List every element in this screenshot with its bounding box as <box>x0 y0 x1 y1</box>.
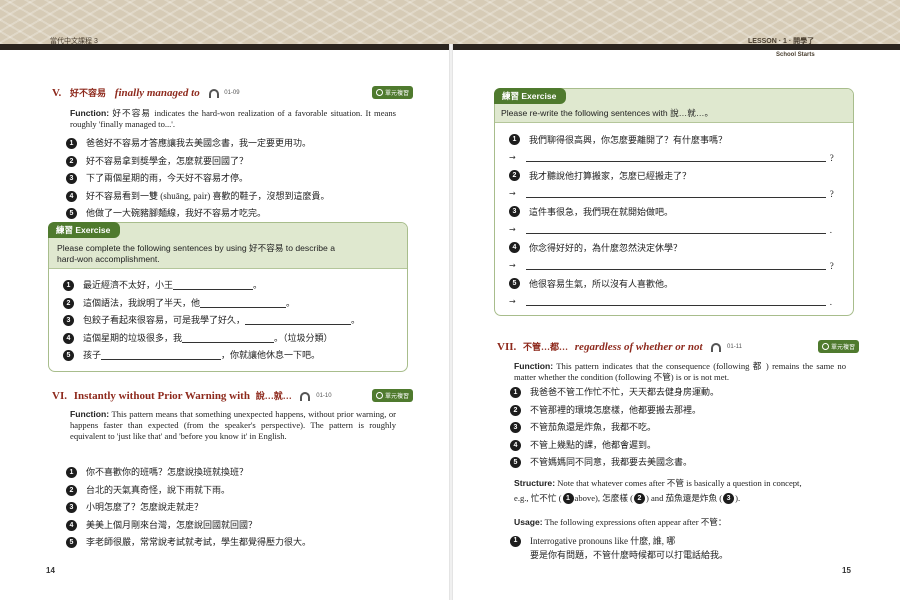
example-item: 1 我爸爸不管工作忙不忙，天天都去健身房運動。 <box>510 384 719 402</box>
audio-icon[interactable] <box>208 88 219 98</box>
page-number-right: 15 <box>842 566 851 575</box>
exercise-item: 4 這個星期的垃圾很多，我 。（垃圾分類） <box>63 330 360 348</box>
exercise-tab: 練習 Exercise <box>48 222 121 238</box>
answer-blank[interactable] <box>525 261 826 270</box>
running-head-left: 當代中文課程 3 <box>50 38 98 45</box>
answer-blank[interactable] <box>525 297 826 306</box>
exercise-item: 3 包餃子看起來很容易，可是我學了好久，。 <box>63 312 360 330</box>
header-rule-right <box>452 44 900 50</box>
exercise-item: 2 這個語法，我說明了半天，他。 <box>63 295 360 313</box>
running-head-subtitle: School Starts <box>776 52 815 58</box>
audio-icon[interactable] <box>300 391 311 401</box>
exercise-instructions: Please re-write the following sentences … <box>501 108 714 118</box>
exercise-instructions: Please complete the following sentences … <box>57 243 336 264</box>
example-item: 5 他做了一大碗豬腳麵線，我好不容易才吃完。 <box>66 205 330 223</box>
review-badge[interactable]: 單元複習 <box>818 340 860 353</box>
answer-blank[interactable] <box>182 334 275 343</box>
example-item: 1 你不喜歡你的班嗎？怎麼說換班就換班？ <box>66 464 311 482</box>
example-item: 5 李老師很嚴，常常說考試就考試，學生都覺得壓力很大。 <box>66 534 311 552</box>
exercise-item: 5 他很容易生氣，所以沒有人喜歡他。 →. <box>509 278 832 307</box>
exercise-item: 1 最近經濟不太好，小王。 <box>63 277 360 295</box>
exercise-box-left: 練習 Exercise Please complete the followin… <box>48 222 408 372</box>
answer-blank[interactable] <box>525 153 826 162</box>
running-head-right: LESSON · 1 · 開學了 <box>748 38 815 45</box>
usage-list: 1 Interrogative pronouns like 什麼, 誰, 哪 要是… <box>510 534 728 562</box>
section-6-examples: 1 你不喜歡你的班嗎？怎麼說換班就換班？ 2 台北的天氣真奇怪，說下雨就下雨。 3小… <box>66 464 311 552</box>
example-item: 3 小明怎麼了？怎麼說走就走？ <box>66 499 311 517</box>
example-item: 2 台北的天氣真奇怪，說下雨就下雨。 <box>66 482 311 500</box>
section-7-structure: Structure: Note that whatever comes afte… <box>514 478 802 504</box>
section-6-title: VI. Instantly without Prior Warning with… <box>52 390 332 402</box>
answer-blank[interactable] <box>525 225 826 234</box>
exercise-item: 3 這件事很急，我們現在就開始做吧。 →. <box>509 206 832 235</box>
page-number-left: 14 <box>46 566 55 575</box>
example-item: 3 下了兩個星期的雨，今天好不容易才停。 <box>66 170 330 188</box>
answer-blank[interactable] <box>173 281 254 291</box>
exercise-tab: 練習 Exercise <box>494 88 567 104</box>
section-7-examples: 1 我爸爸不管工作忙不忙，天天都去健身房運動。 2 不管那裡的環境怎麼樣，他都要搬去… <box>510 384 719 472</box>
section-5-examples: 1 爸爸好不容易才答應讓我去美國念書，我一定要更用功。 2 好不容易拿到獎學金，怎麼… <box>66 135 330 223</box>
answer-blank[interactable] <box>525 189 826 198</box>
section-5-title: V. 好不容易 finally managed to 01-09 <box>52 87 240 99</box>
example-item: 1 爸爸好不容易才答應讓我去美國念書，我一定要更用功。 <box>66 135 330 153</box>
answer-blank[interactable] <box>200 299 287 308</box>
example-item: 2 好不容易拿到獎學金，怎麼就要回國了？ <box>66 153 330 171</box>
exercise-item: 4 你念得好好的，為什麼忽然決定休學？ →? <box>509 242 834 271</box>
exercise-item: 1 我們聊得很高興，你怎麼要離開了？有什麼事嗎？ →? <box>509 134 834 163</box>
example-item: 4 好不容易看到一雙 (shuāng, pair) 喜歡的鞋子，沒想到這麼貴。 <box>66 188 330 206</box>
section-5-function: Function: 好不容易 indicates the hard-won re… <box>70 108 396 129</box>
example-item: 4 美美上個月剛來台灣，怎麼說回國就回國？ <box>66 517 311 535</box>
review-badge[interactable]: 單元複習 <box>372 389 414 402</box>
section-7-usage: Usage: The following expressions often a… <box>514 517 727 527</box>
example-item: 2 不管那裡的環境怎麼樣，他都要搬去那裡。 <box>510 402 719 420</box>
exercise-item: 2 我才聽說他打算搬家，怎麼已經搬走了？ →? <box>509 170 834 199</box>
book-gutter <box>449 44 453 600</box>
usage-item: 1 Interrogative pronouns like 什麼, 誰, 哪 <box>510 534 728 548</box>
exercise-item: 5 孩子 ，你就讓他休息一下吧。 <box>63 347 360 365</box>
section-7-function: Function: This pattern indicates that th… <box>514 361 846 382</box>
exercise-box-right: 練習 Exercise Please re-write the followin… <box>494 88 854 316</box>
answer-blank[interactable] <box>101 351 222 361</box>
example-item: 4 不管上幾點的課，他都會遲到。 <box>510 437 719 455</box>
example-item: 5 不管媽媽同不同意，我都要去美國念書。 <box>510 454 719 472</box>
audio-icon[interactable] <box>711 342 722 352</box>
answer-blank[interactable] <box>245 316 352 326</box>
example-item: 3 不管茄魚還是炸魚，我都不吃。 <box>510 419 719 437</box>
section-6-function: Function: This pattern means that someth… <box>70 409 396 441</box>
review-badge[interactable]: 單元複習 <box>372 86 414 99</box>
usage-example: 要是你有問題，不管什麼時候都可以打電話給我。 <box>530 550 729 560</box>
section-7-title: VII. 不管…都… regardless of whether or not … <box>497 341 742 353</box>
